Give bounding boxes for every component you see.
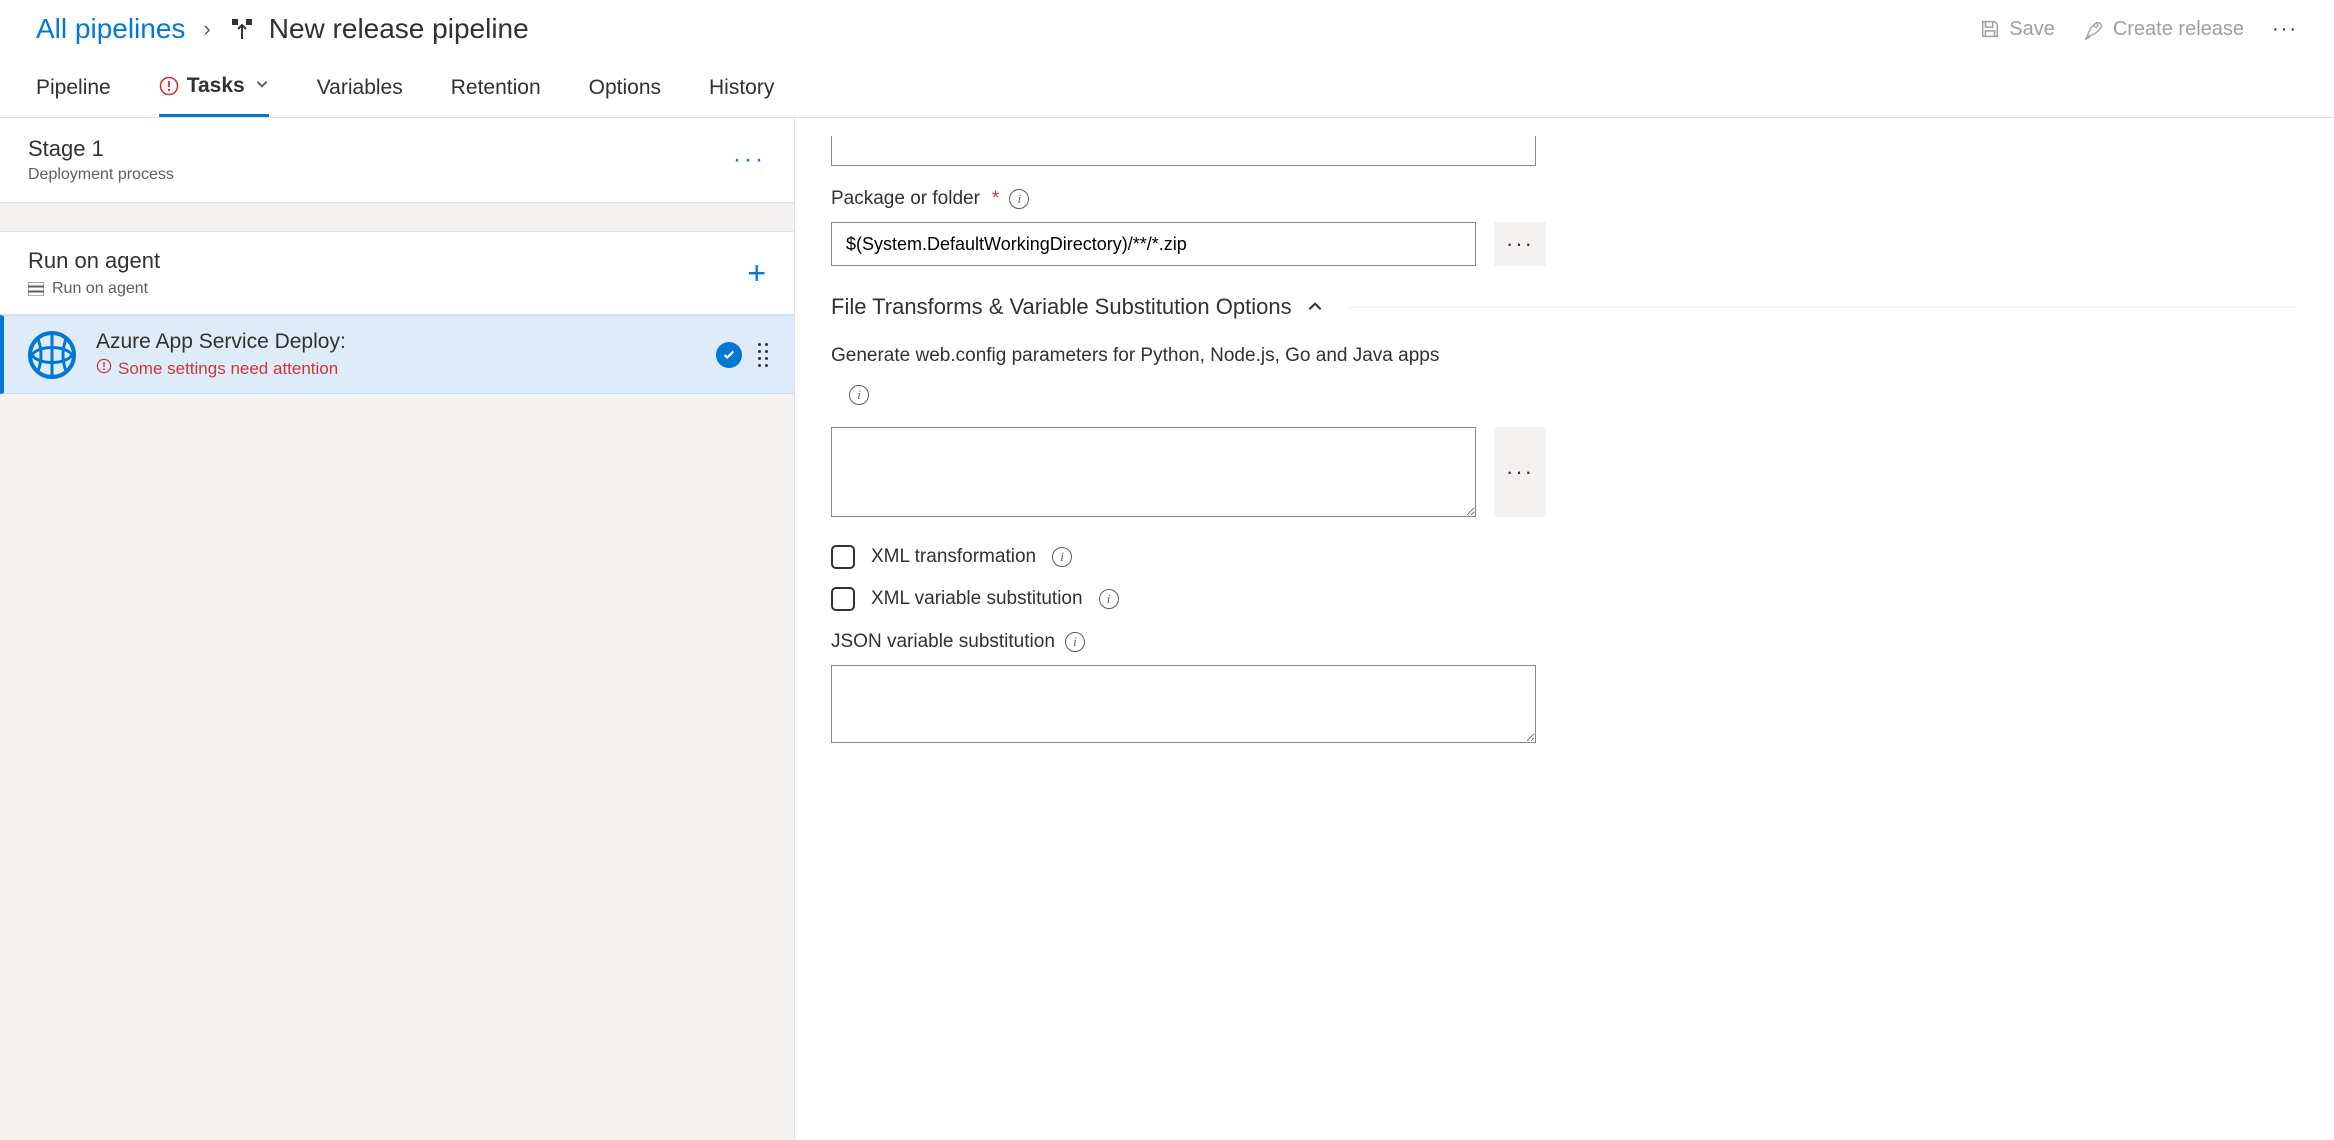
browse-webconfig-button[interactable]: ··· [1494,427,1546,517]
section-title: File Transforms & Variable Substitution … [831,294,1292,320]
add-task-button[interactable]: + [747,255,766,292]
info-icon[interactable]: i [1099,589,1119,609]
xml-var-sub-checkbox[interactable] [831,587,855,611]
section-file-transforms[interactable]: File Transforms & Variable Substitution … [831,294,2298,320]
xml-transformation-label: XML transformation [871,546,1036,568]
tab-retention[interactable]: Retention [451,58,541,117]
azure-app-service-icon [28,331,76,379]
tab-history[interactable]: History [709,58,774,117]
server-icon [28,282,44,296]
tab-variables[interactable]: Variables [317,58,403,117]
task-card[interactable]: Azure App Service Deploy: Some settings … [0,315,794,394]
stage-subtitle: Deployment process [28,166,174,184]
header-more-button[interactable]: ··· [2272,18,2298,41]
left-pane: Stage 1 Deployment process ··· Run on ag… [0,118,795,1140]
info-icon[interactable]: i [1052,547,1072,567]
xml-transformation-checkbox[interactable] [831,545,855,569]
drag-handle-icon[interactable] [758,339,774,371]
agent-job-title: Run on agent [28,248,160,274]
task-enabled-badge[interactable] [716,342,742,368]
left-pane-gap [0,203,794,231]
info-icon[interactable]: i [1009,189,1029,209]
json-var-sub-label: JSON variable substitution i [831,631,2298,653]
json-var-sub-input[interactable] [831,665,1536,743]
breadcrumb: All pipelines › New release pipeline [36,13,529,45]
stage-title: Stage 1 [28,136,174,162]
create-release-label: Create release [2113,18,2244,41]
tabs-bar: Pipeline Tasks Variables Retention Optio… [0,58,2334,118]
webconfig-input[interactable] [831,427,1476,517]
info-icon[interactable]: i [849,385,869,405]
package-folder-input[interactable] [831,222,1476,266]
main-content: Stage 1 Deployment process ··· Run on ag… [0,118,2334,1140]
breadcrumb-separator-icon: › [203,16,210,42]
tab-options[interactable]: Options [589,58,661,117]
previous-input-cutoff[interactable] [831,136,1536,166]
chevron-down-icon [255,77,269,96]
breadcrumb-root-link[interactable]: All pipelines [36,13,185,45]
save-button[interactable]: Save [1979,18,2055,41]
tab-tasks[interactable]: Tasks [159,58,269,117]
right-pane: Package or folder* i ··· File Transforms… [795,118,2334,1140]
package-folder-label: Package or folder* i [831,188,2298,210]
browse-package-button[interactable]: ··· [1494,222,1546,266]
header-bar: All pipelines › New release pipeline Sav… [0,0,2334,58]
warning-icon [159,76,179,96]
rocket-icon [2083,18,2105,40]
task-title: Azure App Service Deploy: [96,330,696,354]
tab-tasks-label: Tasks [187,74,245,98]
tab-pipeline[interactable]: Pipeline [36,58,111,117]
stage-more-button[interactable]: ··· [733,146,766,174]
webconfig-label: Generate web.config parameters for Pytho… [831,342,2298,371]
header-actions: Save Create release ··· [1979,18,2298,41]
stage-card[interactable]: Stage 1 Deployment process ··· [0,118,794,203]
save-icon [1979,18,2001,40]
create-release-button[interactable]: Create release [2083,18,2244,41]
info-icon[interactable]: i [1065,632,1085,652]
task-warning-text: Some settings need attention [118,359,338,379]
breadcrumb-title: New release pipeline [269,13,529,45]
chevron-up-icon[interactable] [1306,298,1324,316]
release-pipeline-icon [229,16,255,42]
save-label: Save [2009,18,2055,41]
xml-var-sub-label: XML variable substitution [871,588,1083,610]
agent-job-subtitle: Run on agent [52,280,148,298]
warning-icon [96,358,112,379]
agent-job-card[interactable]: Run on agent Run on agent + [0,231,794,315]
